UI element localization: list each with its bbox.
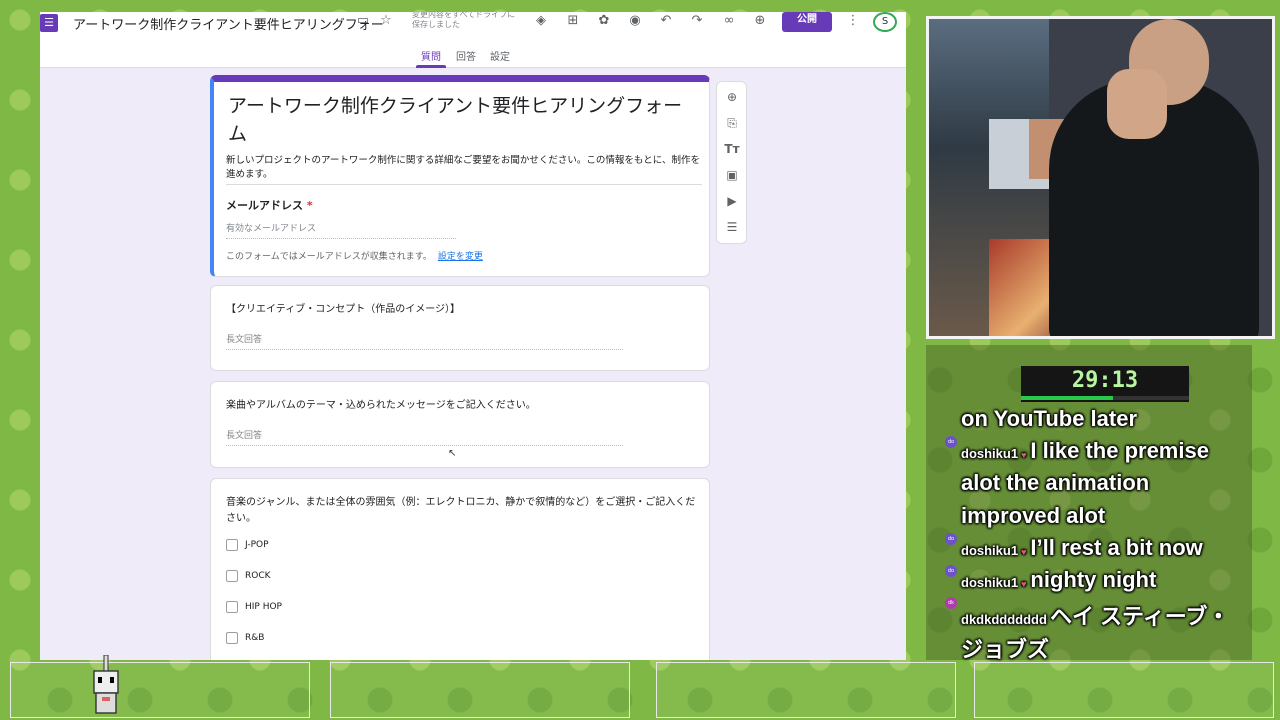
user-badge-icon: do [945,436,957,448]
webcam-feed [926,16,1275,339]
chat-username[interactable]: doshiku1 [961,575,1018,590]
mouse-cursor-icon: ↖ [448,448,457,459]
chat-message: ジョブズ [961,632,1049,664]
chat-message: dkdkddddddd ヘイ スティーブ・ [961,599,1229,631]
chat-message: doshiku1 ♥ nighty night [961,567,1156,593]
overlay-slot [10,662,310,718]
addons-icon[interactable]: ⊞ [564,13,582,28]
form-description[interactable]: 新しいプロジェクトのアートワーク制作に関する詳細なご要望をお聞かせください。この… [226,154,702,185]
chat-text: improved alot [961,503,1106,528]
add-section-icon[interactable]: ☰ [723,218,741,236]
user-badge-icon: do [945,565,957,577]
option-label: HIP HOP [245,602,282,612]
active-tab-indicator [416,65,446,68]
chat-text: I like the premise [1030,438,1209,463]
streamer-hands [1107,69,1167,139]
change-settings-link[interactable]: 設定を変更 [438,252,483,262]
customize-theme-icon[interactable]: ◈ [532,13,550,28]
chat-message: doshiku1 ♥ I like the premise [961,438,1209,464]
folder-icon[interactable]: ▭ [354,13,372,28]
heart-icon: ♥ [1021,450,1027,460]
chat-username[interactable]: dkdkddddddd [961,612,1047,627]
long-answer-field: 長文回答 [226,332,623,350]
overlay-slot [974,662,1274,718]
long-answer-field: 長文回答 [226,428,623,446]
tab-settings[interactable]: 設定 [490,48,510,63]
checkbox[interactable] [226,539,238,551]
more-menu-icon[interactable]: ⋮ [844,13,862,28]
required-asterisk: * [306,199,313,212]
question-toolbar: ⊕ ⎘ Tт ▣ ▶ ☰ [716,81,747,244]
overlay-slot [330,662,630,718]
chat-text: I’ll rest a bit now [1030,535,1203,560]
heart-icon: ♥ [1021,547,1027,557]
question-card[interactable]: 音楽のジャンル、または全体の雰囲気（例：エレクトロニカ、静かで叙情的など）をご選… [210,478,710,660]
undo-icon[interactable]: ↶ [657,13,675,28]
heart-icon: ♥ [1021,579,1027,589]
forms-header: ☰ アートワーク制作クライアント要件ヒアリングフォー ▭ ☆ 変更内容をすべてド… [40,12,906,68]
pixel-mascot-icon [93,655,119,714]
import-questions-icon[interactable]: ⎘ [723,114,741,132]
chat-text: alot the animation [961,470,1150,495]
option-label: J-POP [245,540,269,550]
chat-username[interactable]: doshiku1 [961,543,1018,558]
tab-responses[interactable]: 回答 [456,48,476,63]
user-badge-icon: dk [945,597,957,609]
email-field[interactable]: 有効なメールアドレス [226,221,456,239]
preview-eye-icon[interactable]: ◉ [626,13,644,28]
option-label: ROCK [245,571,271,581]
save-status: 変更内容をすべてドライブに保存しました [412,12,516,29]
redo-icon[interactable]: ↷ [688,13,706,28]
option-label: R&B [245,633,265,643]
add-question-icon[interactable]: ⊕ [723,88,741,106]
add-image-icon[interactable]: ▣ [723,166,741,184]
email-question-label: メールアドレス * [226,197,313,213]
tab-questions[interactable]: 質問 [421,48,441,63]
chat-message: alot the animation [961,470,1149,496]
add-title-icon[interactable]: Tт [723,140,741,158]
chat-text: nighty night [1030,567,1157,592]
star-icon[interactable]: ☆ [377,13,395,28]
overlay-slot [656,662,956,718]
chat-message: doshiku1 ♥ I’ll rest a bit now [961,535,1203,561]
account-avatar[interactable]: S [873,12,897,32]
publish-button[interactable]: 公開 [782,12,832,32]
form-title[interactable]: アートワーク制作クライアント要件ヒアリングフォーム [228,92,698,148]
checkbox[interactable] [226,632,238,644]
chat-message: on YouTube later [961,406,1137,432]
checkbox[interactable] [226,570,238,582]
chat-text: ヘイ スティーブ・ [1049,604,1230,629]
forms-editor-window: ☰ アートワーク制作クライアント要件ヒアリングフォー ▭ ☆ 変更内容をすべてド… [40,12,906,660]
forms-logo-icon[interactable]: ☰ [40,14,58,32]
palette-icon[interactable]: ✿ [595,13,613,28]
add-video-icon[interactable]: ▶ [723,192,741,210]
chat-username[interactable]: doshiku1 [961,446,1018,461]
user-badge-icon: do [945,533,957,545]
email-collection-note: このフォームではメールアドレスが収集されます。 設定を変更 [226,249,483,262]
add-collaborator-icon[interactable]: ⊕ [751,13,769,28]
timer-progress-fill [1021,396,1114,400]
document-title[interactable]: アートワーク制作クライアント要件ヒアリングフォー [73,14,384,33]
question-title[interactable]: 【クリエイティブ・コンセプト（作品のイメージ）】 [226,302,696,318]
question-title[interactable]: 音楽のジャンル、または全体の雰囲気（例：エレクトロニカ、静かで叙情的など）をご選… [226,495,696,527]
collect-note-text: このフォームではメールアドレスが収集されます。 [226,252,432,262]
question-title[interactable]: 楽曲やアルバムのテーマ・込められたメッセージをご記入ください。 [226,398,696,414]
chat-text: ジョブズ [961,637,1050,662]
form-title-card[interactable]: アートワーク制作クライアント要件ヒアリングフォーム 新しいプロジェクトのアートワ… [210,75,710,277]
chat-message: improved alot [961,503,1105,529]
question-card[interactable]: 楽曲やアルバムのテーマ・込められたメッセージをご記入ください。 長文回答 [210,381,710,468]
stream-chat-panel: 29:13 on YouTube later do doshiku1 ♥ I lik… [926,345,1252,662]
email-label-text: メールアドレス [226,199,303,212]
checkbox[interactable] [226,601,238,613]
timer-progress-bar [1021,396,1189,400]
link-icon[interactable]: ∞ [720,13,738,28]
chat-text: on YouTube later [961,406,1138,431]
question-card[interactable]: 【クリエイティブ・コンセプト（作品のイメージ）】 長文回答 [210,285,710,371]
